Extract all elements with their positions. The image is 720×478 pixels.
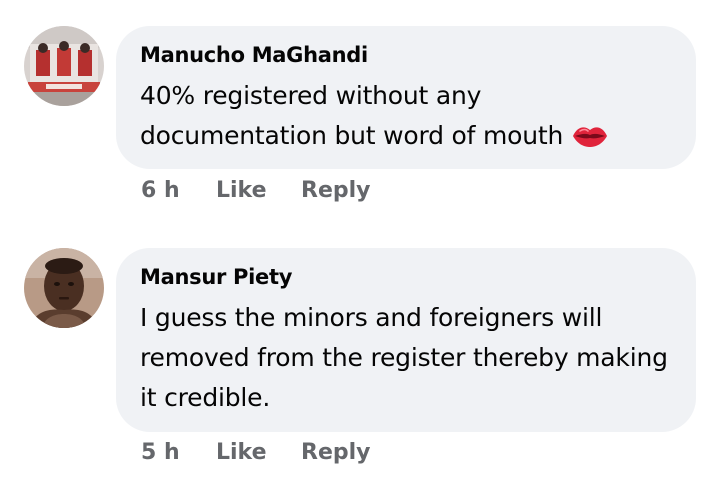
lips-icon [571,120,609,160]
reply-button[interactable]: Reply [301,440,371,465]
comment-text-body: 40% registered without any documentation… [140,81,564,150]
avatar[interactable] [24,26,104,106]
avatar[interactable] [24,248,104,328]
like-button[interactable]: Like [216,440,301,465]
reply-button[interactable]: Reply [301,178,371,203]
comment-author[interactable]: Mansur Piety [140,262,672,292]
comment-text: I guess the minors and foreigners will r… [140,303,668,412]
comment-author[interactable]: Manucho MaGhandi [140,40,672,70]
comment-time[interactable]: 6 h [141,178,216,203]
comment-bubble: Manucho MaGhandi 40% registered without … [116,26,696,169]
comment-time[interactable]: 5 h [141,440,216,465]
comment-bubble: Mansur Piety I guess the minors and fore… [116,248,696,432]
comment-text: 40% registered without any documentation… [140,76,672,160]
comment-actions: 6 h Like Reply [141,174,371,206]
like-button[interactable]: Like [216,178,301,203]
comment-actions: 5 h Like Reply [141,436,371,468]
